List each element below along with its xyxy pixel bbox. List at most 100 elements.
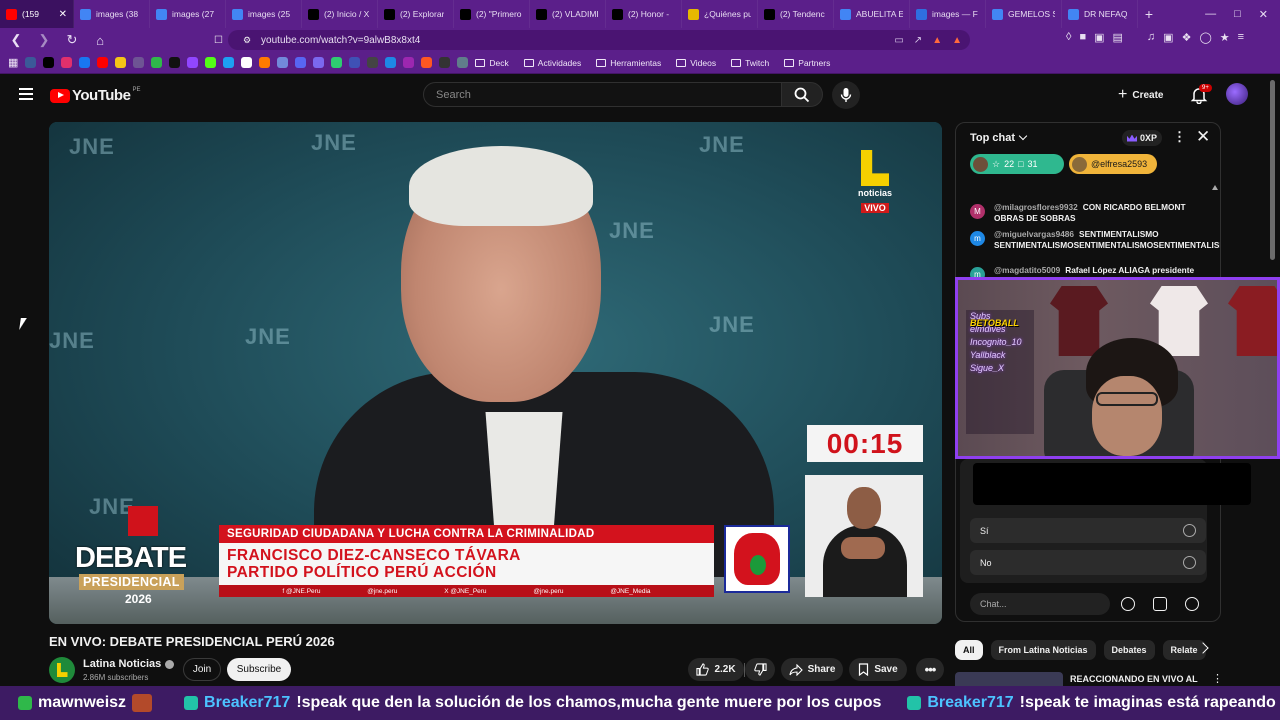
bookmark-favicon[interactable] (331, 57, 343, 68)
home-icon[interactable]: ⌂ (92, 33, 108, 48)
browser-tab[interactable]: (2) Tendenc (758, 0, 834, 28)
browser-tab[interactable]: (2) Explorar (378, 0, 454, 28)
channel-name[interactable]: Latina Noticias (83, 658, 175, 670)
chat-username[interactable]: @magdatito5009 (994, 265, 1060, 275)
share-page-icon[interactable]: ↗ (914, 35, 922, 46)
browser-tab[interactable]: (2) Honor - (606, 0, 682, 28)
bookmark-favicon[interactable] (79, 57, 91, 68)
url-text[interactable]: youtube.com/watch?v=9alwB8x8xt4 (261, 35, 420, 46)
wallet-icon[interactable]: ▣ (1163, 31, 1173, 44)
apps-grid-icon[interactable]: ▦ (8, 56, 18, 69)
back-icon[interactable]: ❮ (8, 32, 24, 48)
browser-tab[interactable]: images (25 (226, 0, 302, 28)
filter-chip[interactable]: Debates (1103, 640, 1155, 660)
recommended-title[interactable]: REACCIONANDO EN VIVO AL (1070, 674, 1198, 684)
extension-icon[interactable]: ■ (1079, 31, 1086, 44)
close-tab-icon[interactable]: ✕ (55, 9, 67, 20)
emoji-icon[interactable] (1121, 597, 1135, 611)
bookmark-favicon[interactable] (457, 57, 469, 68)
heart-icon[interactable] (1185, 597, 1199, 611)
bookmark-folder[interactable]: Twitch (731, 58, 769, 68)
bookmark-favicon[interactable] (241, 57, 253, 68)
subscribe-button[interactable]: Subscribe (227, 658, 291, 681)
bookmark-favicon[interactable] (115, 57, 127, 68)
bookmark-favicon[interactable] (385, 57, 397, 68)
more-actions-button[interactable]: ••• (916, 658, 944, 681)
browser-tab[interactable]: GEMELOS S (986, 0, 1062, 28)
reload-icon[interactable]: ↻ (64, 32, 80, 48)
chat-scroll-up-icon[interactable] (1212, 185, 1218, 190)
bookmark-favicon[interactable] (169, 57, 181, 68)
chat-input[interactable]: Chat... (970, 593, 1110, 615)
bookmark-favicon[interactable] (313, 57, 325, 68)
dislike-button[interactable] (745, 658, 775, 681)
save-button[interactable]: Save (849, 658, 907, 681)
page-scrollbar[interactable] (1270, 80, 1275, 260)
chat-mode-selector[interactable]: Top chat (970, 131, 1028, 144)
extension-icon[interactable]: ◊ (1066, 31, 1071, 44)
bookmark-favicon[interactable] (43, 57, 55, 68)
bookmark-favicon[interactable] (133, 57, 145, 68)
youtube-logo[interactable]: YouTube PE (50, 87, 140, 104)
browser-tab[interactable]: images (27 (150, 0, 226, 28)
extension-icon[interactable]: ▤ (1113, 31, 1123, 44)
chat-message[interactable]: M @milagrosflores9932 CON RICARDO BELMONT … (970, 202, 1204, 223)
filter-chip[interactable]: All (955, 640, 983, 660)
vpn-icon[interactable]: ◯ (1199, 31, 1211, 44)
channel-avatar[interactable] (49, 657, 75, 683)
create-button[interactable]: + Create (1118, 85, 1163, 105)
chat-username[interactable]: @milagrosflores9932 (994, 202, 1078, 212)
share-button[interactable]: Share (781, 658, 843, 681)
bookmark-favicon[interactable] (421, 57, 433, 68)
browser-tab[interactable]: ¿Quiénes pu (682, 0, 758, 28)
site-info-icon[interactable]: ⚙ (243, 35, 251, 46)
search-input[interactable]: Search (423, 82, 783, 107)
bookmark-favicon[interactable] (367, 57, 379, 68)
xp-badge[interactable]: 0XP (1122, 130, 1163, 146)
bookmark-favicon[interactable] (205, 57, 217, 68)
bookmark-favicon[interactable] (259, 57, 271, 68)
channel-name-text[interactable]: Latina Noticias (83, 658, 161, 670)
bookmark-folder[interactable]: Herramientas (596, 58, 661, 68)
url-bar[interactable]: ☐ ⚙ youtube.com/watch?v=9alwB8x8xt4 ▭ ↗ … (214, 30, 970, 50)
bookmark-favicon[interactable] (187, 57, 199, 68)
account-avatar[interactable] (1226, 83, 1248, 105)
bookmark-favicon[interactable] (97, 57, 109, 68)
chat-avatar[interactable]: M (970, 204, 985, 219)
rewards-icon[interactable]: ▲ (952, 35, 962, 46)
browser-tab[interactable]: (2) Inicio / X (302, 0, 378, 28)
video-player[interactable]: JNE JNE JNE JNE JNE JNE JNE JNE noticias… (49, 122, 942, 624)
bookmark-favicon[interactable] (403, 57, 415, 68)
bookmark-favicon[interactable] (223, 57, 235, 68)
bookmark-folder[interactable]: Videos (676, 58, 716, 68)
join-button[interactable]: Join (183, 658, 221, 681)
extension-icon[interactable]: ▣ (1094, 31, 1104, 44)
bookmark-folder[interactable]: Deck (475, 58, 509, 68)
poll-option[interactable]: No (970, 550, 1206, 575)
ticker-chip[interactable]: @elfresa2593 (1069, 154, 1157, 174)
voice-search-button[interactable] (832, 81, 860, 109)
bookmark-favicon[interactable] (25, 57, 37, 68)
bookmark-favicon[interactable] (349, 57, 361, 68)
new-tab-button[interactable]: + (1138, 6, 1160, 22)
minimize-icon[interactable]: — (1205, 8, 1216, 21)
chat-options-icon[interactable]: ⋮ (1173, 129, 1186, 145)
menu-icon[interactable]: ≡ (1238, 31, 1244, 44)
browser-tab[interactable]: (2) "Primero (454, 0, 530, 28)
browser-tab[interactable]: (159 ✕ (0, 0, 74, 28)
bookmark-icon[interactable]: ☐ (214, 35, 223, 46)
puzzle-icon[interactable]: ❖ (1182, 31, 1192, 44)
browser-tab[interactable]: images — F (910, 0, 986, 28)
chat-avatar[interactable]: m (970, 231, 985, 246)
browser-tab[interactable]: ABUELITA E (834, 0, 910, 28)
maximize-icon[interactable]: □ (1234, 8, 1241, 21)
bookmark-folder[interactable]: Actividades (523, 58, 581, 68)
more-vertical-icon[interactable]: ⋮ (1212, 672, 1223, 685)
close-window-icon[interactable]: ✕ (1259, 8, 1268, 21)
bookmark-favicon[interactable] (295, 57, 307, 68)
bookmark-folder[interactable]: Partners (784, 58, 830, 68)
cast-icon[interactable]: ▭ (894, 35, 903, 46)
super-chat-icon[interactable] (1153, 597, 1167, 611)
forward-icon[interactable]: ❯ (36, 32, 52, 48)
brave-shield-icon[interactable]: ▲ (932, 35, 942, 46)
